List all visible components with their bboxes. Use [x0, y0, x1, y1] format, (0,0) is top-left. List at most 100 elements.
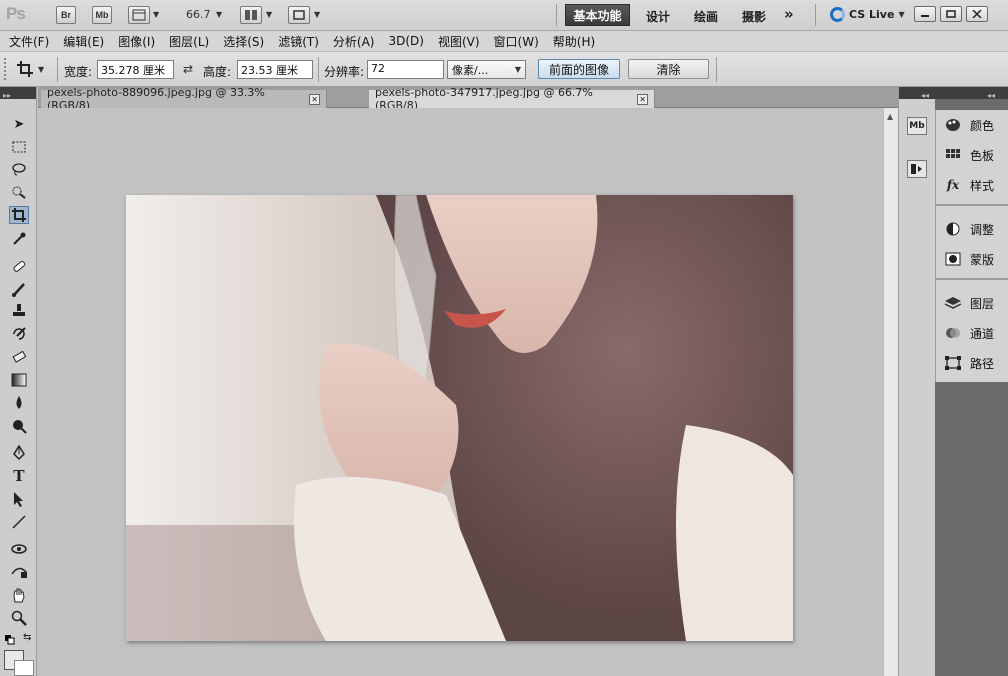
healing-brush-tool[interactable]: [9, 257, 29, 275]
menu-select[interactable]: 选择(S): [216, 33, 271, 50]
panel-adjustments[interactable]: 调整: [936, 218, 1008, 240]
path-selection-tool[interactable]: [9, 490, 29, 508]
chevron-down-icon[interactable]: ▼: [266, 10, 272, 19]
blur-icon: [16, 396, 22, 409]
resolution-unit-select[interactable]: 像素/... ▼: [447, 60, 526, 79]
maximize-button[interactable]: [940, 6, 962, 22]
mini-bridge-button[interactable]: Mb: [92, 6, 112, 24]
panel-color[interactable]: 颜色: [936, 114, 1008, 136]
menu-window[interactable]: 窗口(W): [487, 33, 546, 50]
clone-stamp-tool[interactable]: [9, 302, 29, 320]
view-extras-button[interactable]: [128, 6, 150, 24]
menu-filter[interactable]: 滤镜(T): [271, 33, 326, 50]
close-icon[interactable]: ✕: [309, 93, 320, 105]
tab-document-347917[interactable]: pexels-photo-347917.jpeg.jpg @ 66.7%(RGB…: [369, 86, 655, 112]
chevron-down-icon[interactable]: ▼: [314, 10, 320, 19]
menu-3d[interactable]: 3D(D): [381, 34, 430, 48]
menu-file[interactable]: 文件(F): [2, 33, 56, 50]
height-field[interactable]: 23.53 厘米: [237, 60, 313, 79]
quick-selection-tool[interactable]: [9, 183, 29, 201]
document-tabs: pexels-photo-889096.jpeg.jpg @ 33.3%(RGB…: [38, 86, 898, 112]
width-field[interactable]: 35.278 厘米: [97, 60, 174, 79]
photoshop-logo: Ps: [6, 4, 26, 23]
tool-preset-picker[interactable]: ▼: [16, 59, 52, 79]
resolution-field[interactable]: 72: [367, 60, 444, 79]
bridge-button[interactable]: Br: [56, 6, 76, 24]
menu-help[interactable]: 帮助(H): [546, 33, 602, 50]
history-panel-button[interactable]: [907, 160, 927, 178]
tab-document-889096[interactable]: pexels-photo-889096.jpeg.jpg @ 33.3%(RGB…: [41, 86, 327, 112]
resolution-label: 分辨率:: [324, 65, 365, 79]
height-label: 高度:: [203, 65, 232, 79]
panel-layers[interactable]: 图层: [936, 292, 1008, 314]
marquee-tool[interactable]: [9, 138, 29, 156]
front-image-button[interactable]: 前面的图像: [538, 59, 620, 79]
dodge-tool[interactable]: [9, 417, 29, 435]
workspace-photography[interactable]: 摄影: [742, 8, 766, 25]
default-colors-icon[interactable]: [5, 634, 15, 645]
type-icon: T: [13, 467, 25, 485]
move-tool[interactable]: ➤: [9, 115, 29, 133]
menu-edit[interactable]: 编辑(E): [56, 33, 111, 50]
chevron-down-icon[interactable]: ▼: [153, 10, 159, 19]
eyedropper-tool[interactable]: [9, 230, 29, 248]
scroll-up-icon[interactable]: ▲: [887, 112, 893, 121]
minimize-button[interactable]: [914, 6, 936, 22]
history-icon: [911, 164, 922, 174]
arrange-documents-button[interactable]: [240, 6, 262, 24]
zoom-level[interactable]: 66.7: [186, 8, 211, 21]
panel-masks[interactable]: 蒙版: [936, 248, 1008, 270]
mini-bridge-icon: Mb: [909, 121, 925, 131]
crop-tool[interactable]: [9, 206, 29, 224]
mini-bridge-panel-button[interactable]: Mb: [907, 117, 927, 135]
panel-label: 路径: [970, 356, 995, 371]
swap-dimensions-icon[interactable]: ⇄: [183, 62, 193, 76]
tools-panel-header[interactable]: ▸▸: [0, 87, 36, 100]
menu-view[interactable]: 视图(V): [431, 33, 487, 50]
dock-header[interactable]: ◂◂: [935, 87, 1008, 100]
close-button[interactable]: [966, 6, 988, 22]
options-grip[interactable]: [4, 58, 10, 80]
collapse-icon[interactable]: ◂◂: [899, 91, 929, 100]
close-icon[interactable]: ✕: [637, 93, 648, 105]
panel-styles[interactable]: fx 样式: [936, 174, 1008, 196]
history-brush-tool[interactable]: [9, 325, 29, 343]
gradient-tool[interactable]: [9, 371, 29, 389]
workspace-essentials[interactable]: 基本功能: [565, 4, 630, 26]
panel-channels[interactable]: 通道: [936, 322, 1008, 344]
chevron-down-icon[interactable]: ▼: [216, 10, 222, 19]
zoom-tool[interactable]: [9, 609, 29, 627]
dock-header[interactable]: ◂◂: [899, 87, 935, 100]
3d-orbit-tool[interactable]: [9, 563, 29, 581]
background-color-swatch[interactable]: [14, 660, 34, 676]
3d-rotate-tool[interactable]: [9, 540, 29, 558]
line-tool[interactable]: [9, 513, 29, 531]
workspace-painting[interactable]: 绘画: [694, 8, 718, 25]
document-image[interactable]: [126, 195, 793, 641]
collapse-icon[interactable]: ▸▸: [0, 91, 11, 100]
vertical-scrollbar[interactable]: ▲: [883, 108, 898, 676]
clear-button[interactable]: 清除: [628, 59, 709, 79]
hand-tool[interactable]: [9, 586, 29, 604]
menu-image[interactable]: 图像(I): [111, 33, 162, 50]
more-workspaces-icon[interactable]: »: [784, 5, 794, 23]
panel-swatches[interactable]: 色板: [936, 144, 1008, 166]
lasso-tool[interactable]: [9, 160, 29, 178]
eraser-tool[interactable]: [9, 348, 29, 366]
panel-label: 蒙版: [970, 252, 995, 267]
type-tool[interactable]: T: [9, 467, 29, 485]
blur-tool[interactable]: [9, 394, 29, 412]
panel-paths[interactable]: 路径: [936, 352, 1008, 374]
brush-icon: [12, 283, 25, 297]
collapse-icon[interactable]: ◂◂: [935, 91, 995, 100]
workspace-design[interactable]: 设计: [646, 8, 670, 25]
canvas-area[interactable]: [38, 108, 883, 676]
swap-colors-icon[interactable]: ⇆: [23, 632, 31, 643]
menu-analysis[interactable]: 分析(A): [326, 33, 382, 50]
screen-mode-button[interactable]: [288, 6, 310, 24]
cs-live-menu[interactable]: CS Live ▼: [830, 7, 905, 22]
divider: [556, 4, 557, 26]
brush-tool[interactable]: [9, 280, 29, 298]
pen-tool[interactable]: [9, 444, 29, 462]
menu-layer[interactable]: 图层(L): [162, 33, 216, 50]
